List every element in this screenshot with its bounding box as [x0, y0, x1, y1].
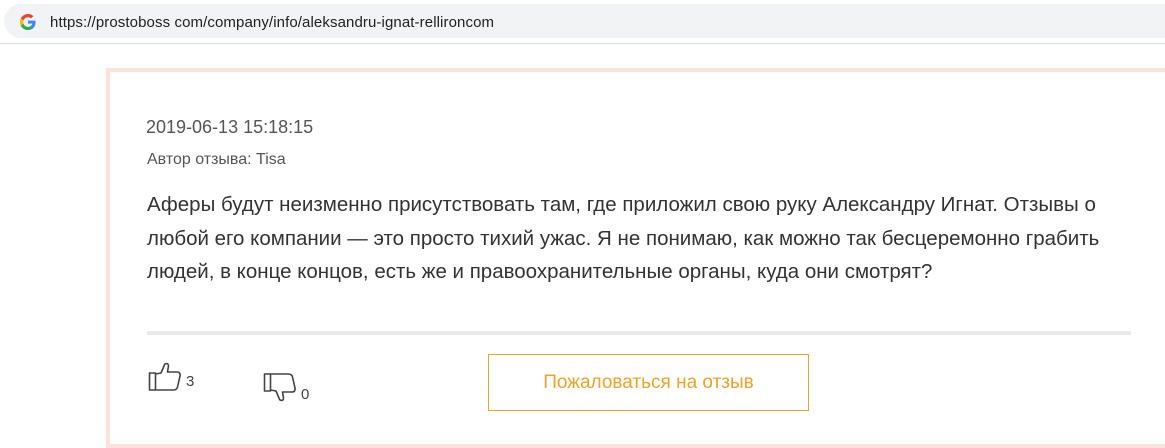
thumbs-down-icon	[263, 373, 296, 402]
review-date: 2019-06-13 15:18:15	[146, 117, 314, 137]
like-button[interactable]: 3	[148, 360, 194, 392]
complain-button[interactable]: Пожаловаться на отзыв	[488, 354, 809, 411]
like-count: 3	[186, 373, 195, 390]
dislike-count: 0	[301, 386, 310, 403]
review-author: Автор отзыва: Tisa	[147, 151, 286, 168]
url-field[interactable]: https://prostoboss com/company/info/alek…	[4, 4, 1165, 38]
thumbs-up-icon	[148, 362, 181, 391]
url-text: https://prostoboss com/company/info/alek…	[50, 14, 495, 31]
browser-address-bar: https://prostoboss com/company/info/alek…	[0, 0, 1165, 44]
divider	[147, 331, 1131, 335]
review-text: Аферы будут неизменно присутствовать там…	[147, 193, 1100, 283]
google-g-icon	[20, 14, 36, 30]
dislike-button[interactable]: 0	[263, 372, 309, 405]
